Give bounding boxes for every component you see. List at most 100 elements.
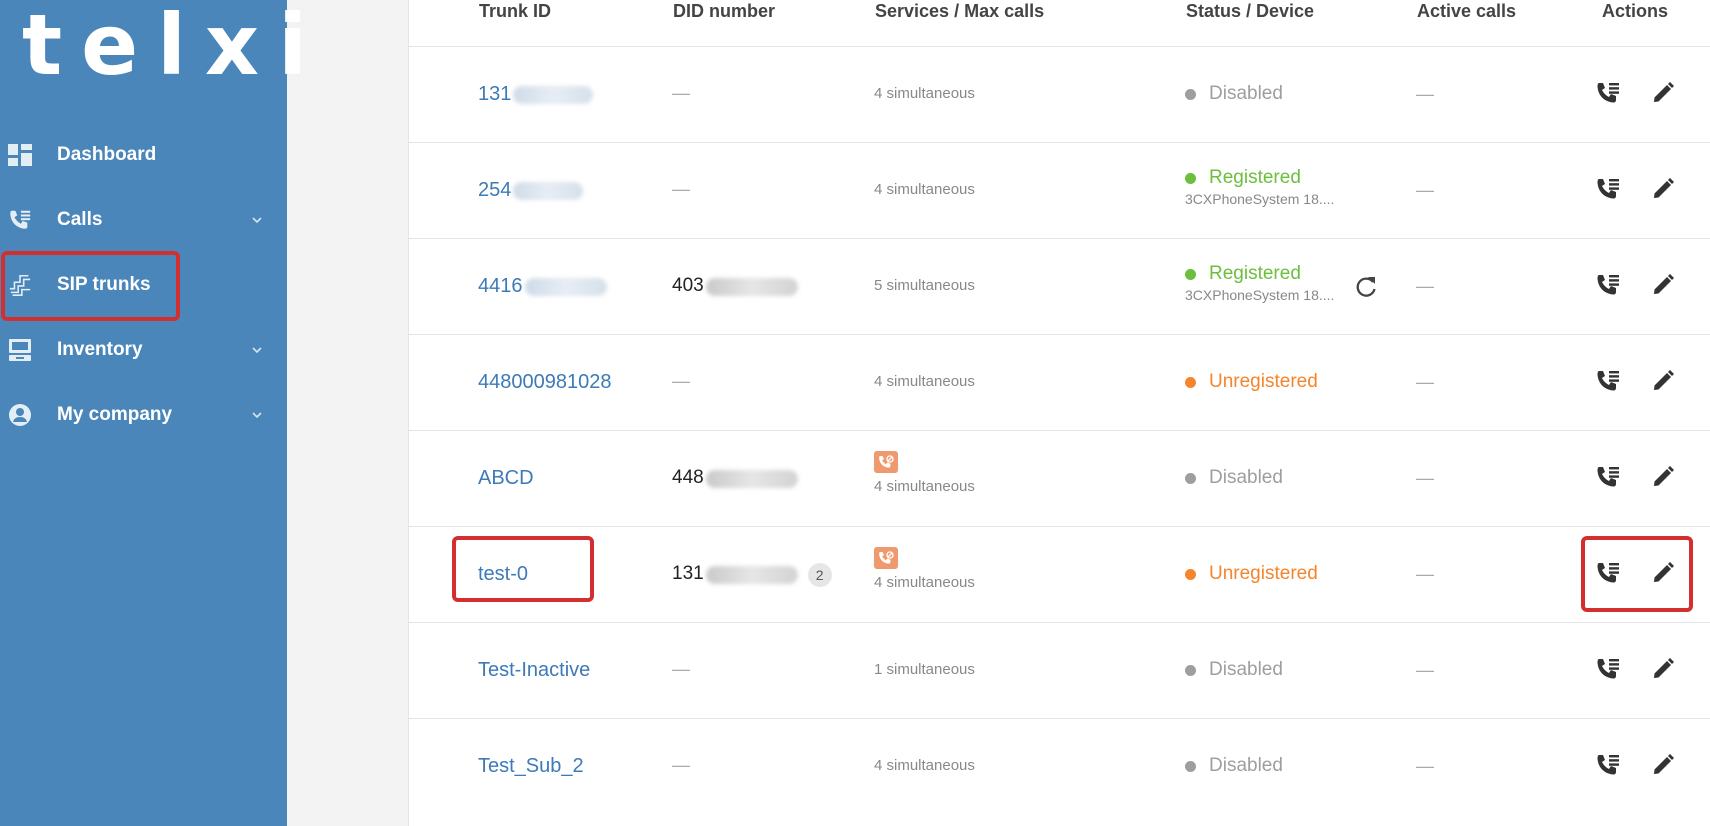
call-log-button[interactable] (1593, 272, 1623, 302)
trunk-id-link[interactable]: Test-Inactive (478, 659, 590, 682)
chevron-down-icon[interactable] (251, 344, 263, 356)
table-row: 4416 403 5 simultaneous Registered 3CXPhoneS… (408, 238, 1710, 334)
telxi-logo[interactable]: telxi (22, 0, 326, 90)
edit-button[interactable] (1648, 656, 1678, 686)
status-dot (1185, 664, 1196, 676)
blurred-text (705, 469, 798, 488)
status-cell: Disabled (1185, 83, 1283, 105)
pencil-icon (1651, 753, 1675, 782)
trunk-id-link[interactable]: ABCD (478, 467, 534, 490)
status-cell: Registered 3CXPhoneSystem 18.... (1185, 263, 1334, 303)
did-number-cell: — (672, 755, 690, 776)
active-calls-text: — (1416, 372, 1434, 392)
status-cell: Disabled (1185, 755, 1283, 777)
status-text: Disabled (1209, 83, 1283, 104)
trunk-id-link[interactable]: 131 (478, 83, 594, 106)
trunk-id-link[interactable]: 254 (478, 179, 584, 202)
max-calls-text: 5 simultaneous (874, 277, 975, 294)
trunk-id-text: 131 (478, 83, 512, 105)
status-dot (1185, 376, 1196, 388)
call-log-icon (1595, 81, 1621, 110)
status-dot (1185, 472, 1196, 484)
sidebar-item-label: Inventory (57, 339, 143, 360)
status-text: Disabled (1209, 755, 1283, 776)
trunk-id-text: ABCD (478, 467, 534, 489)
did-number-cell: — (672, 83, 690, 104)
edit-button[interactable] (1648, 272, 1678, 302)
trunk-id-link[interactable]: 448000981028 (478, 371, 611, 394)
edit-button[interactable] (1648, 80, 1678, 110)
active-calls-text: — (1416, 468, 1434, 488)
table-row: 448000981028 — 4 simultaneous Unregistered — (408, 334, 1710, 430)
sidebar-item-dashboard[interactable]: Dashboard (0, 127, 287, 183)
max-calls-text: 4 simultaneous (874, 574, 975, 591)
table-row: ABCD 448 4 simultaneous Disabled — (408, 430, 1710, 526)
header-trunk-id[interactable]: Trunk ID (479, 0, 551, 22)
header-active-calls[interactable]: Active calls (1417, 0, 1516, 22)
sidebar-item-calls[interactable]: Calls (0, 192, 287, 248)
call-log-button[interactable] (1593, 368, 1623, 398)
call-log-button[interactable] (1593, 80, 1623, 110)
trunk-id-link[interactable]: Test_Sub_2 (478, 755, 584, 778)
chevron-down-icon[interactable] (251, 409, 263, 421)
table-row: Test_Sub_2 — 4 simultaneous Disabled — (408, 718, 1710, 814)
call-blocked-icon (874, 451, 898, 473)
table-row: Test-Inactive — 1 simultaneous Disabled — (408, 622, 1710, 718)
header-did-number[interactable]: DID number (673, 0, 775, 22)
call-log-button[interactable] (1593, 176, 1623, 206)
edit-button[interactable] (1648, 752, 1678, 782)
inventory-icon (8, 338, 32, 362)
active-calls-text: — (1416, 564, 1434, 584)
sidebar-item-inventory[interactable]: Inventory (0, 322, 287, 378)
blurred-text (513, 85, 594, 104)
sidebar: telxi Dashboard Calls SIP trunks Invento… (0, 0, 307, 826)
company-icon (8, 403, 32, 427)
call-log-icon (1595, 369, 1621, 398)
chevron-down-icon[interactable] (251, 214, 263, 226)
refresh-icon[interactable] (1353, 274, 1379, 300)
status-dot (1185, 88, 1196, 100)
dashboard-icon (8, 143, 32, 167)
blurred-text (524, 277, 607, 296)
status-dot (1185, 568, 1196, 580)
did-empty: — (672, 659, 690, 679)
sip-trunks-highlight (1, 251, 180, 321)
device-text: 3CXPhoneSystem 18.... (1185, 191, 1335, 207)
calls-icon (8, 208, 32, 232)
header-services[interactable]: Services / Max calls (875, 0, 1044, 22)
actions-highlight (1581, 536, 1693, 612)
status-indicator: Disabled (1185, 467, 1283, 489)
did-number-cell: — (672, 659, 690, 680)
edit-button[interactable] (1648, 176, 1678, 206)
status-cell: Disabled (1185, 659, 1283, 681)
edit-button[interactable] (1648, 464, 1678, 494)
services-cell: 4 simultaneous (874, 547, 975, 591)
edit-button[interactable] (1648, 368, 1678, 398)
status-text: Unregistered (1209, 371, 1318, 392)
blurred-text (513, 181, 584, 200)
header-status[interactable]: Status / Device (1186, 0, 1314, 22)
did-number-cell: — (672, 179, 690, 200)
device-text: 3CXPhoneSystem 18.... (1185, 287, 1335, 303)
call-log-icon (1595, 177, 1621, 206)
status-cell: Registered 3CXPhoneSystem 18.... (1185, 167, 1334, 207)
max-calls-text: 4 simultaneous (874, 85, 975, 102)
status-cell: Unregistered (1185, 563, 1318, 585)
status-cell: Disabled (1185, 467, 1283, 489)
call-log-icon (1595, 465, 1621, 494)
call-log-icon (1595, 273, 1621, 302)
status-indicator: Registered (1185, 263, 1334, 285)
status-indicator: Registered (1185, 167, 1334, 189)
sidebar-item-my-company[interactable]: My company (0, 387, 287, 443)
did-number-cell: 131 2 (672, 563, 832, 587)
status-indicator: Disabled (1185, 659, 1283, 681)
max-calls-text: 4 simultaneous (874, 478, 975, 495)
did-number-text: 448 (672, 467, 704, 488)
pencil-icon (1651, 369, 1675, 398)
call-log-button[interactable] (1593, 464, 1623, 494)
did-number-text: 403 (672, 275, 704, 296)
call-log-button[interactable] (1593, 752, 1623, 782)
blurred-text (705, 566, 798, 584)
call-log-button[interactable] (1593, 656, 1623, 686)
trunk-id-link[interactable]: 4416 (478, 275, 607, 298)
